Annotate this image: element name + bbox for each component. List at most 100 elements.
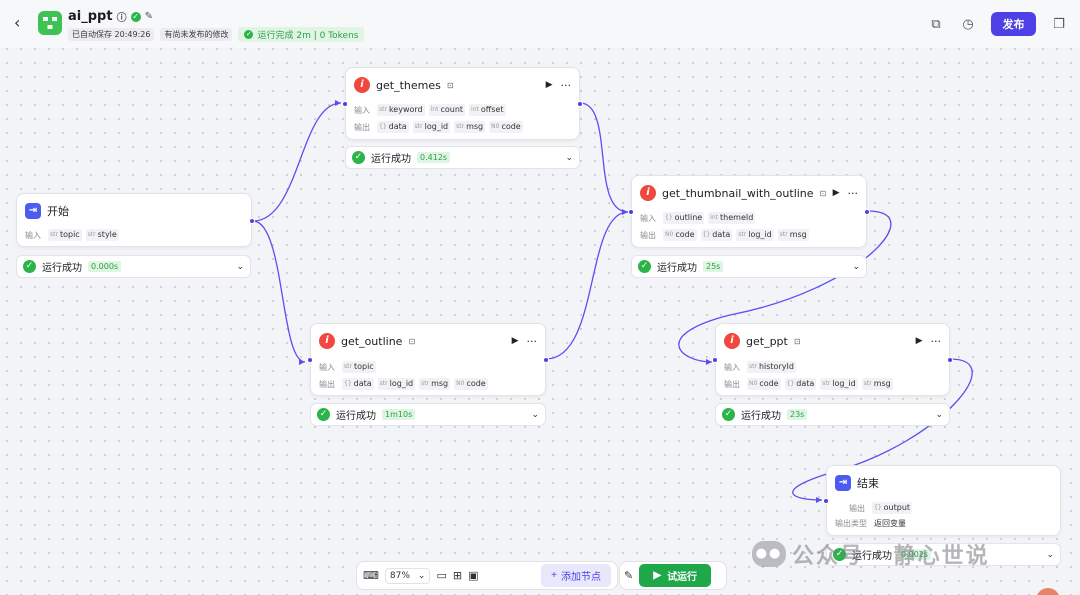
node-title: 开始 xyxy=(47,205,69,218)
param-tag: str log_id xyxy=(736,229,774,241)
get-themes-node[interactable]: i get_themes ⊡ ▶ ··· 输入 str keyword int co… xyxy=(342,67,583,140)
more-icon[interactable]: ··· xyxy=(848,187,859,200)
output-port[interactable] xyxy=(249,218,255,224)
success-icon: ✓ xyxy=(638,260,651,273)
param-tag: str log_id xyxy=(820,378,858,390)
success-icon: ✓ xyxy=(23,260,36,273)
output-port[interactable] xyxy=(947,357,953,363)
node-title: get_themes xyxy=(376,78,441,92)
zoom-select[interactable]: 87% ⌄ xyxy=(384,567,431,584)
param-tag: str keyword xyxy=(377,104,425,116)
end-node[interactable]: ⇥ 结束 输出 {} output 输出类型 返回变量 xyxy=(823,465,1061,536)
start-node[interactable]: ⇥ 开始 输入 str topic str style xyxy=(16,193,255,247)
more-icon[interactable]: ··· xyxy=(931,335,942,348)
input-port[interactable] xyxy=(342,101,348,107)
get-outline-status[interactable]: ✓ 运行成功 1m10s ⌄ xyxy=(310,403,546,426)
output-type-row: 输出类型 返回变量 xyxy=(835,518,906,529)
node-header: ⇥ 开始 xyxy=(25,202,243,220)
play-icon[interactable]: ▶ xyxy=(546,80,553,90)
param-tag: {} data xyxy=(700,229,733,241)
test-run-button[interactable]: ▶ 试运行 xyxy=(639,564,712,587)
chevron-down-icon[interactable]: ⌄ xyxy=(565,153,573,163)
input-label: 输入 xyxy=(640,213,656,223)
output-type-label: 输出类型 xyxy=(835,519,867,528)
output-port[interactable] xyxy=(577,101,583,107)
chevron-down-icon[interactable]: ⌄ xyxy=(852,262,860,272)
param-tag: {} data xyxy=(377,121,409,133)
param-tag: str msg xyxy=(454,121,486,133)
param-tag: str topic xyxy=(342,361,376,373)
success-icon: ✓ xyxy=(317,408,330,421)
mouse-mode-icon[interactable]: ⌨ xyxy=(363,569,379,582)
run-time: 23s xyxy=(787,409,808,420)
plugin-icon: i xyxy=(724,333,740,349)
input-row: 输入 str keyword int count int offset xyxy=(354,104,506,116)
param-tag: int count xyxy=(428,104,466,116)
chevron-down-icon[interactable]: ⌄ xyxy=(935,410,943,420)
wechat-icon: ●● xyxy=(752,541,786,567)
output-label: 输出 xyxy=(354,122,370,132)
param-tag: N0 code xyxy=(489,121,523,133)
output-port[interactable] xyxy=(864,209,870,215)
output-row: 输出 {} data str log_id str msg N0 code xyxy=(354,121,523,133)
param-tag: str msg xyxy=(861,378,893,390)
plugin-badge-icon: ⊡ xyxy=(793,336,801,346)
param-tag: {} outline xyxy=(663,212,705,224)
input-label: 输入 xyxy=(319,362,335,372)
add-node-button[interactable]: + 添加节点 xyxy=(541,564,611,587)
node-header: i get_outline ⊡ ▶ ··· xyxy=(319,332,537,350)
output-row: 输出 N0 code {} data str log_id str msg xyxy=(724,378,893,390)
get-themes-status[interactable]: ✓ 运行成功 0.412s ⌄ xyxy=(345,146,580,169)
watermark: ●● 公众号 · 静心世说 xyxy=(752,538,990,570)
param-tag: {} data xyxy=(342,378,374,390)
input-row: 输入 {} outline int themeId xyxy=(640,212,756,224)
chevron-down-icon: ⌄ xyxy=(417,570,426,581)
input-label: 输入 xyxy=(354,105,370,115)
node-header: i get_thumbnail_with_outline ⊡ ▶ ··· xyxy=(640,184,858,202)
play-icon[interactable]: ▶ xyxy=(833,188,840,198)
plugin-icon: i xyxy=(640,185,656,201)
edge-start-outline xyxy=(252,220,306,363)
more-icon[interactable]: ··· xyxy=(527,335,538,348)
output-label: 输出 xyxy=(724,379,740,389)
edge-themes-thumbnail xyxy=(579,102,629,213)
more-icon[interactable]: ··· xyxy=(561,79,572,92)
comment-icon[interactable]: ▭ xyxy=(436,569,446,582)
param-tag: str historyId xyxy=(747,361,796,373)
start-status[interactable]: ✓ 运行成功 0.000s ⌄ xyxy=(16,255,251,278)
input-port[interactable] xyxy=(628,209,634,215)
end-icon: ⇥ xyxy=(835,475,851,491)
chevron-down-icon[interactable]: ⌄ xyxy=(236,262,244,272)
play-icon[interactable]: ▶ xyxy=(916,336,923,346)
status-text: 运行成功 xyxy=(336,411,376,422)
get-thumbnail-node[interactable]: i get_thumbnail_with_outline ⊡ ▶ ··· 输入 … xyxy=(628,175,870,248)
watermark-text: 公众号 · 静心世说 xyxy=(792,544,990,569)
param-tag: str log_id xyxy=(412,121,451,133)
success-icon: ✓ xyxy=(352,151,365,164)
minimap-icon[interactable]: ▣ xyxy=(468,569,478,582)
input-port[interactable] xyxy=(823,498,829,504)
zoom-value: 87% xyxy=(389,570,410,581)
edge-start-themes xyxy=(252,102,342,222)
chevron-down-icon[interactable]: ⌄ xyxy=(1046,550,1054,560)
param-tag: str style xyxy=(85,229,119,241)
get-thumbnail-status[interactable]: ✓ 运行成功 25s ⌄ xyxy=(631,255,867,278)
input-port[interactable] xyxy=(712,357,718,363)
node-title: get_ppt xyxy=(746,334,788,348)
debug-icon[interactable]: ✎ xyxy=(624,569,633,582)
param-tag: int themeId xyxy=(708,212,756,224)
plugin-badge-icon: ⊡ xyxy=(446,80,454,90)
chevron-down-icon[interactable]: ⌄ xyxy=(531,410,539,420)
play-icon[interactable]: ▶ xyxy=(512,336,519,346)
get-outline-node[interactable]: i get_outline ⊡ ▶ ··· 输入 str topic 输出 {} d… xyxy=(307,323,549,396)
bottom-toolbar: ⌨ 87% ⌄ ▭ ⊞ ▣ + 添加节点 xyxy=(356,561,618,590)
plus-icon: + xyxy=(551,570,557,581)
output-row: 输出 {} data str log_id str msg N0 code xyxy=(319,378,488,390)
get-ppt-status[interactable]: ✓ 运行成功 23s ⌄ xyxy=(715,403,950,426)
output-label: 输出 xyxy=(640,230,656,240)
status-text: 运行成功 xyxy=(42,263,82,274)
input-port[interactable] xyxy=(307,357,313,363)
layout-icon[interactable]: ⊞ xyxy=(453,569,462,582)
get-ppt-node[interactable]: i get_ppt ⊡ ▶ ··· 输入 str historyId 输出 N0 c… xyxy=(712,323,953,396)
output-port[interactable] xyxy=(543,357,549,363)
